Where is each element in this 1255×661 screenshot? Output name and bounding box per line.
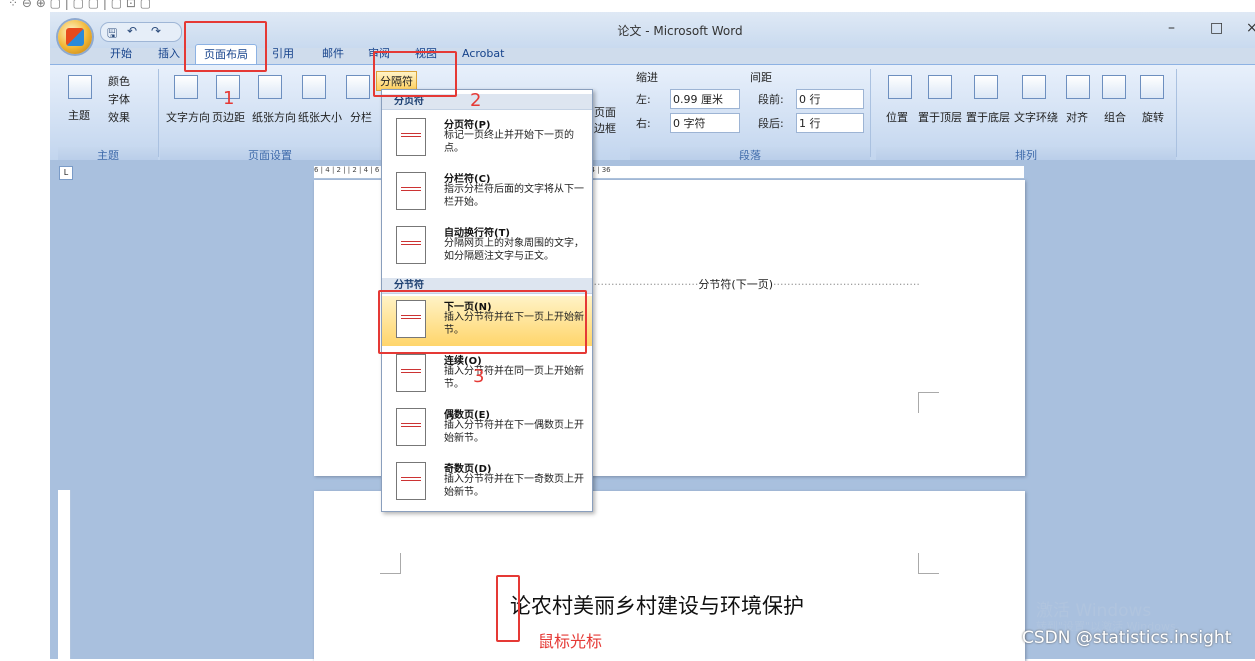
group-label[interactable]: 组合	[1104, 109, 1126, 125]
indent-right-label: 右:	[636, 117, 651, 130]
themes-icon[interactable]	[68, 75, 92, 99]
send-back-label[interactable]: 置于底层	[966, 109, 1010, 125]
annotation-box-cursor	[496, 575, 520, 642]
menu-item-desc: 插入分节符并在下一奇数页上开始新节。	[444, 474, 584, 498]
indent-left-label: 左:	[636, 93, 651, 106]
tab-acrobat[interactable]: Acrobat	[462, 44, 504, 64]
column-break-icon	[396, 172, 426, 210]
spacing-after-label: 段后:	[758, 117, 784, 130]
maximize-button[interactable]: □	[1210, 20, 1223, 36]
even-page-icon	[396, 408, 426, 446]
odd-page-icon	[396, 462, 426, 500]
text-direction-icon[interactable]	[174, 75, 198, 99]
menu-item-even-page[interactable]: 偶数页(E) 插入分节符并在下一偶数页上开始新节。	[382, 404, 592, 456]
paragraph-group: 缩进 左: 0.99 厘米 右: 0 字符 间距 段前: 0 行 段后: 1 行…	[630, 69, 871, 162]
margin-corner-mark	[918, 553, 939, 574]
tab-mailings[interactable]: 邮件	[322, 44, 344, 64]
columns-label[interactable]: 分栏	[350, 109, 372, 125]
page-borders-button[interactable]: 页面 边框	[594, 105, 616, 137]
spacing-before-label: 段前:	[758, 93, 784, 106]
menu-item-desc: 分隔网页上的对象周围的文字，如分隔题注文字与正文。	[444, 238, 584, 262]
redo-icon[interactable]: ↷	[151, 24, 161, 38]
orientation-icon[interactable]	[258, 75, 282, 99]
page-setup-group-label: 页面设置	[160, 147, 380, 162]
ribbon: 主题 颜色 字体 效果 主题 文字方向 页边距 纸张方向 纸张大小 分栏 页面设…	[50, 64, 1255, 162]
columns-icon[interactable]	[346, 75, 370, 99]
align-icon[interactable]	[1066, 75, 1090, 99]
menu-item-page-break[interactable]: 分页符(P) 标记一页终止并开始下一页的点。	[382, 114, 592, 166]
spacing-before-input[interactable]: 0 行	[796, 89, 864, 109]
annotation-box-2	[373, 51, 457, 97]
annotation-box-1	[184, 21, 267, 72]
margin-corner-mark	[918, 392, 939, 413]
annotation-number-2: 2	[470, 90, 482, 111]
align-label[interactable]: 对齐	[1066, 109, 1088, 125]
tab-selector-button[interactable]: L	[59, 166, 73, 180]
colors-button[interactable]: 颜色	[108, 73, 130, 89]
effects-button[interactable]: 效果	[108, 109, 130, 125]
size-icon[interactable]	[302, 75, 326, 99]
document-title-text[interactable]: 论农村美丽乡村建设与环境保护	[510, 590, 804, 620]
save-icon[interactable]: 🖫	[107, 24, 117, 45]
annotation-box-3	[378, 290, 587, 354]
arrange-group-label: 排列	[876, 147, 1176, 162]
indent-right-input[interactable]: 0 字符	[670, 113, 740, 133]
indent-heading: 缩进	[636, 71, 658, 84]
fonts-button[interactable]: 字体	[108, 91, 130, 107]
menu-item-continuous[interactable]: 连续(O) 插入分节符并在同一页上开始新节。	[382, 350, 592, 402]
menu-item-desc: 标记一页终止并开始下一页的点。	[444, 130, 574, 154]
tab-insert[interactable]: 插入	[158, 44, 180, 64]
tab-home[interactable]: 开始	[110, 44, 132, 64]
indent-left-input[interactable]: 0.99 厘米	[670, 89, 740, 109]
spacing-heading: 间距	[750, 71, 772, 84]
position-icon[interactable]	[888, 75, 912, 99]
position-label[interactable]: 位置	[886, 109, 908, 125]
window-title: 论文 - Microsoft Word	[617, 24, 743, 38]
rotate-icon[interactable]	[1140, 75, 1164, 99]
menu-item-desc: 插入分节符并在同一页上开始新节。	[444, 366, 584, 390]
margin-corner-mark	[380, 553, 401, 574]
annotation-cursor-note: 鼠标光标	[538, 632, 603, 651]
menu-item-text-wrapping-break[interactable]: 自动换行符(T) 分隔网页上的对象周围的文字，如分隔题注文字与正文。	[382, 222, 592, 276]
viewer-tools-icon[interactable]: ⁘ ⊖ ⊕ ▢ | ▢ ▢ | ▢ ⊡ ▢	[8, 0, 151, 10]
bring-front-label[interactable]: 置于顶层	[918, 109, 962, 125]
continuous-icon	[396, 354, 426, 392]
spacing-after-input[interactable]: 1 行	[796, 113, 864, 133]
menu-item-desc: 插入分节符并在下一偶数页上开始新节。	[444, 420, 584, 444]
close-button[interactable]: ×	[1246, 20, 1255, 36]
section-break-marker: ·······························分节符(下一页)·…	[590, 278, 920, 291]
paragraph-group-label: 段落	[630, 147, 870, 162]
group-icon[interactable]	[1102, 75, 1126, 99]
viewer-toolbar: ⁘ ⊖ ⊕ ▢ | ▢ ▢ | ▢ ⊡ ▢	[0, 0, 1255, 12]
send-back-icon[interactable]	[974, 75, 998, 99]
vertical-ruler[interactable]	[58, 490, 71, 659]
minimize-button[interactable]: –	[1168, 20, 1175, 36]
page-2[interactable]	[314, 491, 1025, 661]
csdn-watermark: CSDN @statistics.insight	[1022, 628, 1232, 648]
annotation-number-3: 3	[473, 366, 485, 387]
wrap-text-icon[interactable]	[1022, 75, 1046, 99]
bring-front-icon[interactable]	[928, 75, 952, 99]
arrange-group: 位置 置于顶层 置于底层 文字环绕 对齐 组合 旋转 排列	[876, 69, 1177, 162]
tab-references[interactable]: 引用	[272, 44, 294, 64]
menu-item-odd-page[interactable]: 奇数页(D) 插入分节符并在下一奇数页上开始新节。	[382, 458, 592, 510]
themes-group-label: 主题	[58, 147, 158, 162]
rotate-label[interactable]: 旋转	[1142, 109, 1164, 125]
menu-item-column-break[interactable]: 分栏符(C) 指示分栏符后面的文字将从下一栏开始。	[382, 168, 592, 220]
themes-group: 主题 颜色 字体 效果 主题	[58, 69, 159, 162]
themes-label[interactable]: 主题	[68, 107, 90, 123]
page-setup-group: 文字方向 页边距 纸张方向 纸张大小 分栏 页面设置	[160, 69, 380, 162]
wrap-text-label[interactable]: 文字环绕	[1014, 109, 1058, 125]
undo-icon[interactable]: ↶	[127, 24, 137, 38]
text-wrapping-icon	[396, 226, 426, 264]
text-direction-label[interactable]: 文字方向	[166, 109, 210, 125]
margins-label[interactable]: 页边距	[212, 109, 245, 125]
size-label[interactable]: 纸张大小	[298, 109, 342, 125]
quick-access-toolbar: 🖫 ↶ ↷	[100, 22, 182, 42]
page-break-icon	[396, 118, 426, 156]
annotation-number-1: 1	[223, 88, 235, 109]
menu-item-desc: 指示分栏符后面的文字将从下一栏开始。	[444, 184, 584, 208]
orientation-label[interactable]: 纸张方向	[252, 109, 296, 125]
